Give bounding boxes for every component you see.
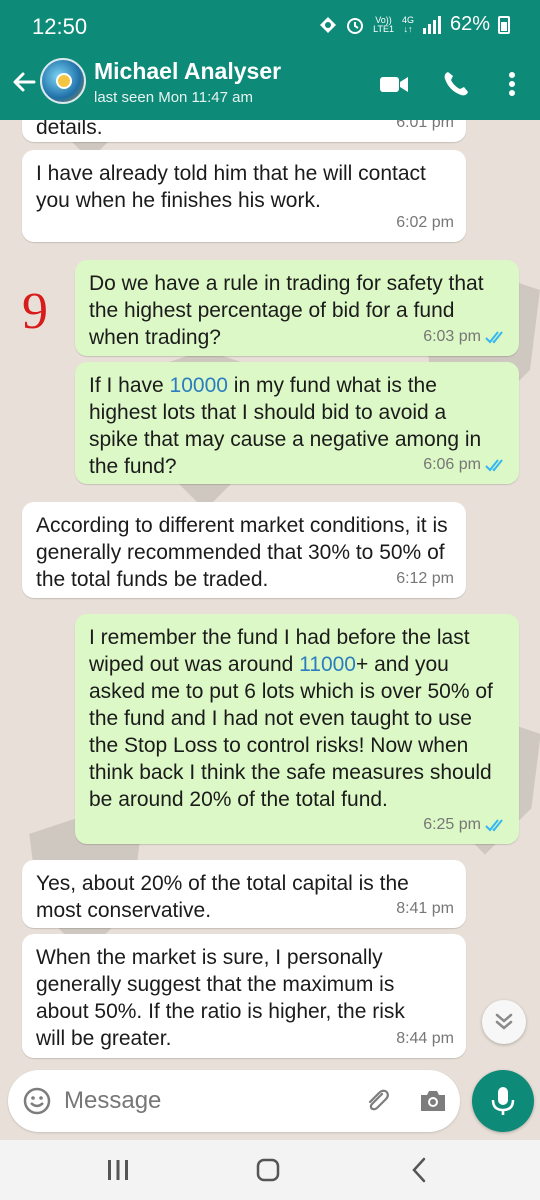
message-outgoing[interactable]: Do we have a rule in trading for safety … — [75, 260, 519, 356]
chat-area[interactable]: 9 details. 6:01 pm I have already told h… — [0, 120, 540, 1066]
video-call-icon[interactable] — [378, 68, 410, 100]
message-time: 6:12 pm — [396, 570, 454, 587]
back-arrow-icon[interactable] — [10, 68, 38, 96]
camera-icon[interactable] — [418, 1086, 448, 1116]
paperclip-icon[interactable] — [362, 1086, 392, 1116]
message-time: 6:06 pm — [423, 456, 481, 473]
status-time: 12:50 — [32, 14, 88, 39]
message-input[interactable] — [64, 1085, 344, 1117]
nav-back-icon[interactable] — [402, 1154, 438, 1186]
message-text: I remember the fund I had before the las… — [89, 624, 505, 813]
double-chevron-down-icon — [495, 1013, 513, 1030]
emoji-icon[interactable] — [22, 1086, 52, 1116]
message-text-part: + and you asked me to put 6 lots which i… — [89, 653, 493, 811]
top-bar: 12:50 Vo)) LTE1 4G ↓↑ 62% Michael Analys… — [0, 0, 540, 120]
annotation-number: 9 — [22, 283, 48, 340]
status-icons: Vo)) LTE1 4G ↓↑ 62% — [319, 13, 510, 36]
message-outgoing[interactable]: If I have 10000 in my fund what is the h… — [75, 362, 519, 484]
message-time: 6:01 pm — [396, 120, 454, 131]
message-text-part: If I have — [89, 374, 170, 397]
microphone-icon — [491, 1087, 515, 1115]
phone-number-link[interactable]: 10000 — [170, 374, 228, 397]
message-time: 6:03 pm — [423, 328, 481, 345]
lte-label: LTE1 — [373, 23, 394, 34]
system-nav-bar — [0, 1140, 540, 1200]
message-time: 8:44 pm — [396, 1030, 454, 1047]
network-indicator: 4G ↓↑ — [402, 15, 414, 34]
message-incoming[interactable]: details. 6:01 pm — [22, 120, 466, 142]
recent-apps-icon[interactable] — [100, 1154, 136, 1186]
battery-percent: 62% — [449, 13, 490, 35]
message-composer — [8, 1070, 460, 1132]
phone-number-link[interactable]: 11000 — [299, 653, 356, 676]
message-time: 6:25 pm — [423, 816, 481, 833]
phone-call-icon[interactable] — [440, 68, 472, 100]
chat-header: Michael Analyser last seen Mon 11:47 am — [0, 52, 540, 120]
contact-name[interactable]: Michael Analyser — [94, 58, 281, 85]
last-seen: last seen Mon 11:47 am — [94, 89, 253, 106]
message-incoming[interactable]: Yes, about 20% of the total capital is t… — [22, 860, 466, 928]
message-incoming[interactable]: According to different market conditions… — [22, 502, 466, 598]
read-ticks-icon — [485, 458, 503, 471]
home-icon[interactable] — [250, 1154, 286, 1186]
volte-indicator: Vo)) LTE1 — [373, 15, 394, 34]
messenger-notification-icon — [320, 16, 337, 33]
scroll-to-bottom-button[interactable] — [482, 1000, 526, 1044]
message-incoming[interactable]: When the market is sure, I personally ge… — [22, 934, 466, 1058]
data-arrows-icon: ↓↑ — [403, 23, 413, 34]
read-ticks-icon — [485, 330, 503, 343]
alarm-icon — [347, 17, 364, 34]
signal-icon — [422, 15, 441, 34]
read-ticks-icon — [485, 818, 503, 831]
battery-icon — [498, 15, 510, 34]
message-incoming[interactable]: I have already told him that he will con… — [22, 150, 466, 242]
message-time: 6:02 pm — [396, 214, 454, 231]
status-bar: 12:50 Vo)) LTE1 4G ↓↑ 62% — [0, 0, 540, 52]
message-text: According to different market conditions… — [36, 514, 448, 591]
message-text: Yes, about 20% of the total capital is t… — [36, 872, 409, 922]
voice-message-button[interactable] — [472, 1070, 534, 1132]
message-text: When the market is sure, I personally ge… — [36, 946, 405, 1050]
message-outgoing[interactable]: I remember the fund I had before the las… — [75, 614, 519, 844]
message-text: details. — [36, 120, 103, 139]
message-text: I have already told him that he will con… — [36, 162, 426, 212]
more-options-icon[interactable] — [496, 68, 528, 100]
avatar[interactable] — [40, 58, 86, 104]
message-time: 8:41 pm — [396, 900, 454, 917]
